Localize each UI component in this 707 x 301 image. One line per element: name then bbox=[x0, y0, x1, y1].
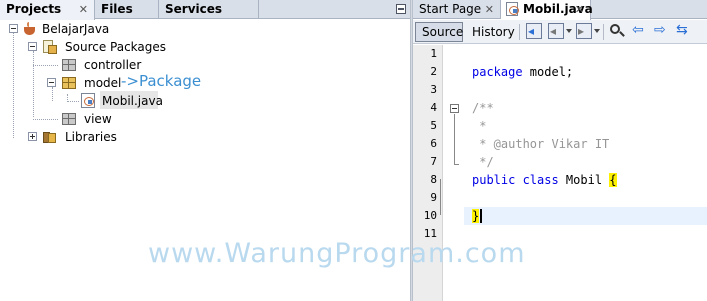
file-label: Mobil.java bbox=[102, 94, 163, 108]
code-line-10: } bbox=[472, 207, 480, 225]
code-line-7: */ bbox=[472, 155, 494, 169]
close-icon[interactable]: ✕ bbox=[575, 0, 584, 19]
collapse-fold-icon[interactable] bbox=[450, 104, 459, 113]
line-number: 2 bbox=[430, 65, 437, 78]
code-text: model; bbox=[522, 65, 574, 79]
last-edit-icon[interactable]: ◂ bbox=[526, 23, 542, 39]
tree-node-package-view[interactable]: view bbox=[0, 110, 200, 128]
coffee-cup-project-icon bbox=[22, 22, 38, 36]
editor-toolbar: Source History ◂ ◂ ▸ ⇦ ⇨ ⇆ bbox=[413, 20, 707, 44]
line-number: 9 bbox=[430, 191, 437, 204]
editor-tab-bar: Start Page ✕ Mobil.java ✕ bbox=[413, 0, 707, 20]
minimize-window-icon[interactable] bbox=[396, 4, 406, 14]
line-number: 4 bbox=[430, 101, 437, 114]
collapse-icon[interactable] bbox=[9, 24, 18, 33]
class-name: Mobil bbox=[558, 173, 610, 187]
code-line-6: * @author Vikar IT bbox=[472, 137, 610, 151]
close-icon[interactable]: ✕ bbox=[485, 0, 494, 19]
collapse-icon[interactable] bbox=[47, 78, 56, 87]
close-icon[interactable]: ✕ bbox=[79, 0, 88, 19]
fold-guide bbox=[440, 179, 441, 215]
text-caret bbox=[480, 209, 482, 223]
package-label: view bbox=[84, 112, 112, 126]
line-number: 10 bbox=[423, 209, 437, 222]
tree-node-file-mobil[interactable]: Mobil.java bbox=[0, 92, 200, 110]
matching-brace: } bbox=[472, 209, 480, 223]
tab-mobil-java[interactable]: Mobil.java ✕ bbox=[501, 0, 593, 20]
code-line-2: package model; bbox=[472, 63, 573, 81]
package-icon bbox=[62, 77, 76, 89]
source-packages-label: Source Packages bbox=[65, 40, 167, 54]
package-label: model bbox=[84, 76, 122, 90]
toolbar-separator bbox=[603, 24, 604, 40]
toggle-highlight-icon[interactable]: ⇆ bbox=[675, 23, 691, 39]
watermark-text: www.WarungProgram.com bbox=[148, 238, 526, 269]
line-number: 3 bbox=[430, 83, 437, 96]
matching-brace: { bbox=[609, 173, 617, 187]
tab-services-label: Services bbox=[165, 2, 223, 16]
tab-projects-label: Projects bbox=[6, 2, 62, 16]
keyword: package bbox=[472, 65, 523, 79]
code-line-4: /** bbox=[472, 101, 494, 115]
java-file-icon bbox=[81, 93, 95, 108]
tree-node-package-model[interactable]: model bbox=[0, 74, 122, 92]
fold-guide bbox=[454, 164, 459, 165]
forward-icon[interactable]: ▸ bbox=[576, 23, 592, 39]
find-next-icon[interactable]: ⇨ bbox=[653, 23, 669, 39]
tab-projects[interactable]: Projects ✕ bbox=[0, 0, 95, 20]
tab-files[interactable]: Files bbox=[95, 0, 159, 19]
project-name: BelajarJava bbox=[42, 22, 110, 36]
java-file-icon bbox=[506, 2, 519, 16]
package-icon bbox=[62, 59, 76, 71]
source-button[interactable]: Source bbox=[415, 22, 463, 42]
collapse-icon[interactable] bbox=[28, 42, 37, 51]
line-number: 6 bbox=[430, 137, 437, 150]
code-line-8: public class Mobil { bbox=[472, 171, 617, 189]
tab-files-label: Files bbox=[101, 2, 133, 16]
package-icon bbox=[62, 113, 76, 125]
fold-guide bbox=[454, 114, 455, 164]
back-icon[interactable]: ◂ bbox=[548, 23, 564, 39]
tab-services[interactable]: Services bbox=[159, 0, 259, 19]
toolbar-separator bbox=[519, 24, 520, 40]
source-packages-icon bbox=[42, 40, 58, 54]
keyword: public class bbox=[472, 173, 559, 187]
tree-node-libraries[interactable]: Libraries bbox=[0, 128, 200, 146]
line-number: 1 bbox=[430, 47, 437, 60]
expand-icon[interactable] bbox=[28, 132, 37, 141]
history-button[interactable]: History bbox=[465, 22, 515, 42]
line-number: 7 bbox=[430, 155, 437, 168]
libraries-icon bbox=[42, 130, 58, 144]
left-tab-bar: Projects ✕ Files Services bbox=[0, 0, 410, 20]
line-number: 5 bbox=[430, 119, 437, 132]
find-previous-icon[interactable]: ⇦ bbox=[631, 23, 647, 39]
code-line-5: * bbox=[472, 119, 487, 133]
find-icon[interactable] bbox=[609, 23, 625, 39]
package-annotation: ->Package bbox=[121, 72, 202, 90]
chevron-down-icon[interactable] bbox=[566, 29, 572, 33]
tree-node-source-packages[interactable]: Source Packages bbox=[0, 38, 200, 56]
tab-start-page[interactable]: Start Page ✕ bbox=[413, 0, 501, 19]
tab-start-page-label: Start Page bbox=[419, 2, 482, 16]
line-number: 8 bbox=[430, 173, 437, 186]
tree-node-project[interactable]: BelajarJava bbox=[0, 20, 200, 38]
chevron-down-icon[interactable] bbox=[594, 29, 600, 33]
libraries-label: Libraries bbox=[65, 130, 117, 144]
